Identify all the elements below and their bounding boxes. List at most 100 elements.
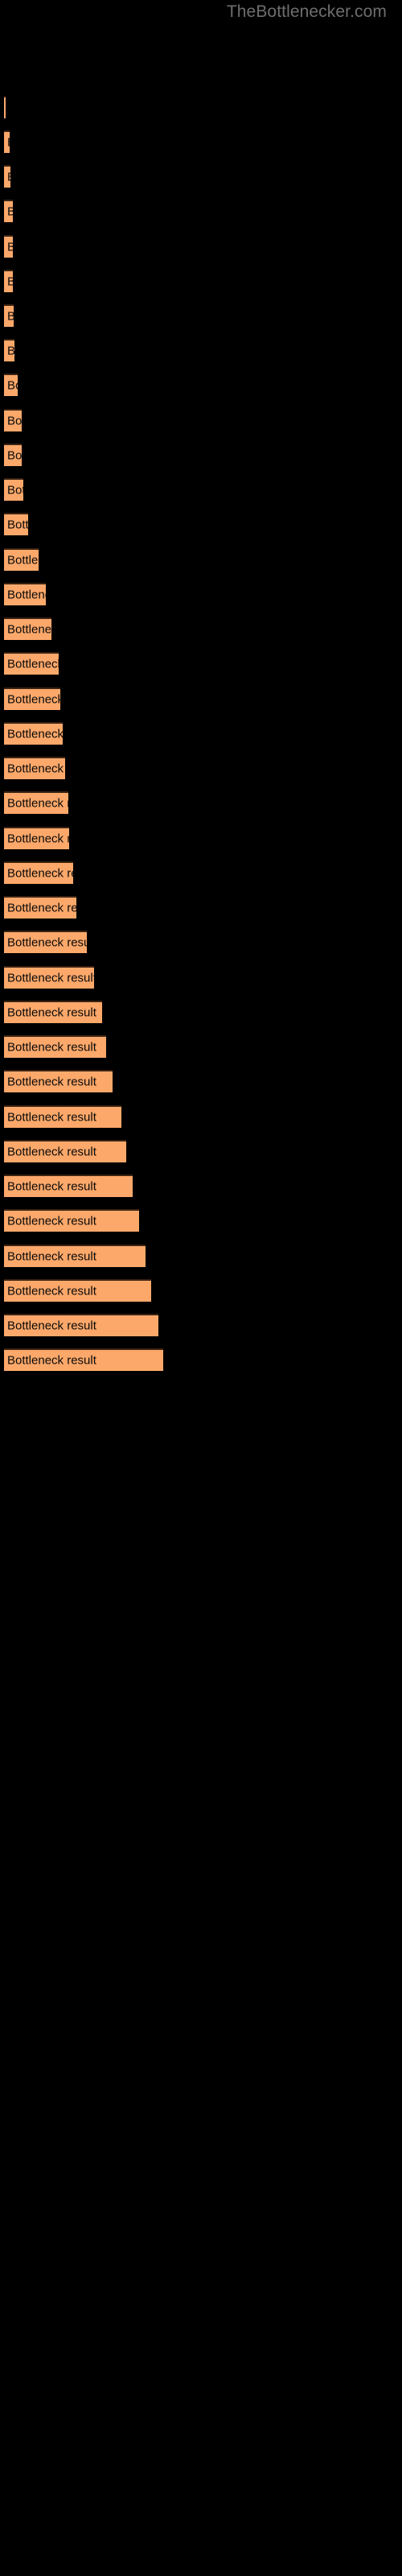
bar[interactable]: Bottleneck result [4,96,6,118]
bar-label: Bottleneck result [7,483,23,497]
bar[interactable]: Bottleneck result [4,1314,158,1336]
bar-row: Bottleneck result [0,96,402,118]
bar-row: Bottleneck result [0,1245,402,1267]
bar-row: Bottleneck result [0,617,402,640]
bar-label: Bottleneck result [7,1075,96,1089]
bar-label: Bottleneck result [7,345,14,358]
bar[interactable]: Bottleneck result [4,1209,139,1232]
bar-row: Bottleneck result [0,722,402,745]
bar-row: Bottleneck result [0,444,402,466]
bar-label: Bottleneck result [7,1249,96,1264]
bar-label: Bottleneck result [7,241,13,254]
bar-row: Bottleneck result [0,478,402,501]
bar-row: Bottleneck result [0,513,402,535]
bar-row: Bottleneck result [0,1348,402,1371]
bar-label: Bottleneck result [7,971,94,985]
bar[interactable]: Bottleneck result [4,339,14,361]
bar[interactable]: Bottleneck result [4,1105,121,1128]
bar-row: Bottleneck result [0,339,402,361]
bar[interactable]: Bottleneck result [4,722,63,745]
bar[interactable]: Bottleneck result [4,1245,146,1267]
bar-row: Bottleneck result [0,966,402,989]
bar-row: Bottleneck result [0,931,402,953]
bar-label: Bottleneck result [7,205,13,219]
bar-label: Bottleneck result [7,727,63,741]
bar[interactable]: Bottleneck result [4,966,94,989]
bar[interactable]: Bottleneck result [4,1140,126,1162]
bar-label: Bottleneck result [7,935,87,950]
bar[interactable]: Bottleneck result [4,827,69,849]
bar-label: Bottleneck result [7,588,46,602]
bar[interactable]: Bottleneck result [4,896,76,919]
bar[interactable]: Bottleneck result [4,235,13,258]
bar[interactable]: Bottleneck result [4,548,39,571]
bar-row: Bottleneck result [0,652,402,675]
bar-label: Bottleneck result [7,1179,96,1194]
plot-area: Bottleneck result Bottleneck result Bottle… [0,0,402,2576]
bar[interactable]: Bottleneck result [4,931,87,953]
bar-row: Bottleneck result [0,1035,402,1058]
bar[interactable]: Bottleneck result [4,200,13,222]
bar-label: Bottleneck result [7,1353,96,1368]
bar-label: Bottleneck result [7,378,18,393]
bar[interactable]: Bottleneck result [4,1035,106,1058]
bar-row: Bottleneck result [0,687,402,710]
bottleneck-bar-chart: TheBottlenecker.com Bottleneck resultBot… [0,0,402,2576]
bar[interactable]: Bottleneck result [4,409,22,431]
bar[interactable]: Bottleneck result [4,583,46,605]
bar-label: Bottleneck result [7,1319,96,1333]
bar-row: Bottleneck result [0,165,402,188]
bar-row: Bottleneck result [0,791,402,814]
bar[interactable]: Bottleneck result [4,861,73,884]
bar-row: Bottleneck result [0,1314,402,1336]
bar[interactable]: Bottleneck result [4,444,22,466]
bar-row: Bottleneck result [0,1209,402,1232]
bar[interactable]: Bottleneck result [4,270,13,292]
bar[interactable]: Bottleneck result [4,1174,133,1197]
bar[interactable]: Bottleneck result [4,1348,163,1371]
bar[interactable]: Bottleneck result [4,791,68,814]
bar-row: Bottleneck result [0,861,402,884]
bar-row: Bottleneck result [0,374,402,396]
bar[interactable]: Bottleneck result [4,652,59,675]
bar-row: Bottleneck result [0,304,402,327]
bar-label: Bottleneck result [7,518,28,532]
bar-row: Bottleneck result [0,1279,402,1302]
bar-row: Bottleneck result [0,896,402,919]
bar-row: Bottleneck result [0,200,402,222]
bar[interactable]: Bottleneck result [4,304,14,327]
bar-row: Bottleneck result [0,270,402,292]
bar-label: Bottleneck result [7,171,10,184]
bar-row: Bottleneck result [0,1140,402,1162]
bar[interactable]: Bottleneck result [4,1070,113,1092]
bar-row: Bottleneck result [0,409,402,431]
bar-label: Bottleneck result [7,1214,96,1228]
bar-label: Bottleneck result [7,866,73,881]
bar-row: Bottleneck result [0,235,402,258]
bar-label: Bottleneck result [7,692,60,707]
bar-label: Bottleneck result [7,762,65,776]
bar[interactable]: Bottleneck result [4,513,28,535]
bar-label: Bottleneck result [7,796,68,811]
bar[interactable]: Bottleneck result [4,165,10,188]
bar-row: Bottleneck result [0,1174,402,1197]
bar[interactable]: Bottleneck result [4,130,10,153]
bar-label: Bottleneck result [7,553,39,568]
bar-label: Bottleneck result [7,136,10,150]
bar[interactable]: Bottleneck result [4,1001,102,1023]
bar-row: Bottleneck result [0,1105,402,1128]
bar-label: Bottleneck result [7,310,14,324]
bar-row: Bottleneck result [0,548,402,571]
bar-label: Bottleneck result [7,832,69,846]
bar-label: Bottleneck result [7,1005,96,1020]
bar[interactable]: Bottleneck result [4,478,23,501]
bar[interactable]: Bottleneck result [4,757,65,779]
bar[interactable]: Bottleneck result [4,687,60,710]
bar[interactable]: Bottleneck result [4,617,51,640]
bar[interactable]: Bottleneck result [4,1279,151,1302]
bar[interactable]: Bottleneck result [4,374,18,396]
bar-label: Bottleneck result [7,1110,96,1125]
bar-row: Bottleneck result [0,583,402,605]
bar-label: Bottleneck result [7,657,59,671]
bar-label: Bottleneck result [7,275,13,289]
